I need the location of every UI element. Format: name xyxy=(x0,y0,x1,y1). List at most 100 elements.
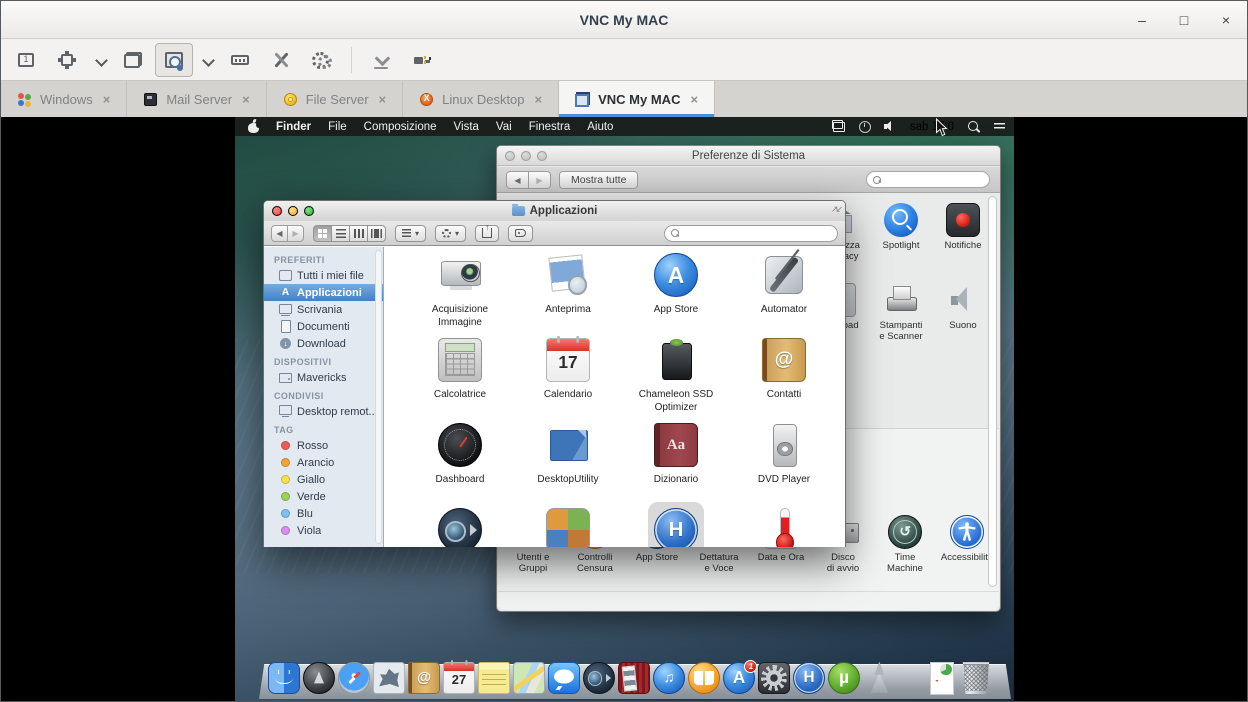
sidebar-item-arancio[interactable]: Arancio xyxy=(264,454,383,471)
sidebar-item-rosso[interactable]: Rosso xyxy=(264,437,383,454)
prefs-back-button[interactable]: ◀ xyxy=(506,171,529,189)
app-video-camera-app[interactable] xyxy=(406,508,514,547)
dock-item-itunes[interactable] xyxy=(652,661,686,695)
menu-item-vista[interactable]: Vista xyxy=(454,121,479,133)
app-calendario[interactable]: 17Calendario xyxy=(514,338,622,423)
finder-window[interactable]: Applicazioni ↗↙ ◀ ▶ xyxy=(263,200,846,547)
tab-file-server[interactable]: File Server× xyxy=(267,81,403,117)
dock-item-mail[interactable] xyxy=(372,661,406,695)
dock-item-wizard-app[interactable] xyxy=(862,661,896,695)
view-columns-button[interactable] xyxy=(349,225,368,242)
sidebar-item-desktop-remot-[interactable]: Desktop remot... xyxy=(264,403,383,420)
finder-close-light[interactable] xyxy=(272,206,282,216)
tags-button[interactable] xyxy=(508,225,533,242)
sidebar-item-tutti-i-miei-file[interactable]: Tutti i miei file xyxy=(264,267,383,284)
app-calcolatrice[interactable]: Calcolatrice xyxy=(406,338,514,423)
displays-status-icon[interactable] xyxy=(832,120,845,133)
app-utility-app[interactable] xyxy=(622,508,730,547)
duplicate-window-button[interactable] xyxy=(114,43,152,77)
arrange-dropdown[interactable]: ▾ xyxy=(395,225,426,242)
menu-item-composizione[interactable]: Composizione xyxy=(364,121,437,133)
action-gear-dropdown[interactable]: ▾ xyxy=(435,225,466,242)
sidebar-item-download[interactable]: Download xyxy=(264,335,383,352)
tab-close-icon[interactable]: × xyxy=(535,92,543,107)
menu-item-finestra[interactable]: Finestra xyxy=(529,121,571,133)
prefs-search-input[interactable] xyxy=(885,173,1001,186)
sidebar-item-viola[interactable]: Viola xyxy=(264,522,383,539)
sidebar-scrollbar[interactable] xyxy=(375,250,382,544)
tab-close-icon[interactable]: × xyxy=(690,92,698,107)
prefs-show-all-button[interactable]: Mostra tutte xyxy=(559,171,638,189)
tab-close-icon[interactable]: × xyxy=(103,92,111,107)
prefs-item-time-machine[interactable]: TimeMachine xyxy=(874,515,936,574)
sidebar-item-scrivania[interactable]: Scrivania xyxy=(264,301,383,318)
app-anteprima[interactable]: Anteprima xyxy=(514,253,622,338)
view-coverflow-button[interactable] xyxy=(367,225,386,242)
tab-mail-server[interactable]: Mail Server× xyxy=(127,81,266,117)
prefs-close-light[interactable] xyxy=(505,151,515,161)
screenshot-button[interactable] xyxy=(362,43,400,77)
sidebar-item-applicazioni[interactable]: Applicazioni xyxy=(264,284,383,301)
fullscreen-button[interactable] xyxy=(7,43,45,77)
apple-menu-icon[interactable] xyxy=(248,120,259,133)
dock-item-ibooks[interactable] xyxy=(687,661,721,695)
share-button[interactable] xyxy=(475,225,499,242)
dock-item-messaggi[interactable] xyxy=(547,661,581,695)
close-button[interactable]: × xyxy=(1217,12,1235,28)
send-keys-button[interactable] xyxy=(221,43,259,77)
disconnect-button[interactable] xyxy=(403,43,441,77)
dock-item-facetime[interactable] xyxy=(582,661,616,695)
tab-close-icon[interactable]: × xyxy=(242,92,250,107)
view-grid-button[interactable] xyxy=(313,225,332,242)
finder-back-button[interactable]: ◀ xyxy=(271,225,288,242)
volume-status-icon[interactable] xyxy=(884,120,897,133)
dock-item-safari[interactable] xyxy=(337,661,371,695)
menu-item-aiuto[interactable]: Aiuto xyxy=(587,121,613,133)
finder-resize-icon[interactable]: ↗↙ xyxy=(831,204,840,215)
prefs-item-stampanti-e-scanner[interactable]: Stampantie Scanner xyxy=(870,283,932,342)
scaled-view-button[interactable] xyxy=(155,43,193,77)
sidebar-item-blu[interactable]: Blu xyxy=(264,505,383,522)
dock-item-utility-app[interactable] xyxy=(792,661,826,695)
menu-item-finder[interactable]: Finder xyxy=(276,121,311,133)
dock-item-cestino[interactable] xyxy=(959,661,993,695)
tab-windows[interactable]: Windows× xyxy=(1,81,127,117)
app-thermometer-app[interactable] xyxy=(730,508,838,547)
app-automator[interactable]: Automator xyxy=(730,253,838,338)
tab-linux-desktop[interactable]: Linux Desktop× xyxy=(403,81,559,117)
app-dvd-player[interactable]: DVD Player xyxy=(730,423,838,508)
dock-item-calendario[interactable]: 27 xyxy=(442,661,476,695)
dock-item-launchpad[interactable] xyxy=(302,661,336,695)
finder-forward-button[interactable]: ▶ xyxy=(287,225,304,242)
camera-status-icon[interactable] xyxy=(806,120,819,133)
app-dashboard[interactable]: Dashboard xyxy=(406,423,514,508)
scale-options-button[interactable] xyxy=(196,43,218,77)
sidebar-item-documenti[interactable]: Documenti xyxy=(264,318,383,335)
app-game-center[interactable] xyxy=(514,508,622,547)
sidebar-item-verde[interactable]: Verde xyxy=(264,488,383,505)
finder-search-input[interactable] xyxy=(683,227,837,240)
dock-item-utorrent[interactable] xyxy=(827,661,861,695)
spotlight-menu-icon[interactable] xyxy=(967,120,980,133)
resize-window-button[interactable] xyxy=(48,43,86,77)
minimize-button[interactable]: – xyxy=(1133,12,1151,28)
notification-center-icon[interactable] xyxy=(993,120,1006,133)
app-acquisizione-immagine[interactable]: AcquisizioneImmagine xyxy=(406,253,514,338)
sidebar-item-mavericks[interactable]: Mavericks xyxy=(264,369,383,386)
maximize-button[interactable]: □ xyxy=(1175,12,1193,28)
dock-item-documento[interactable] xyxy=(924,661,958,695)
prefs-scrollbar[interactable] xyxy=(988,196,997,587)
view-list-button[interactable] xyxy=(331,225,350,242)
tab-vnc-my-mac[interactable]: VNC My MAC× xyxy=(559,81,715,117)
menu-item-vai[interactable]: Vai xyxy=(496,121,512,133)
app-contatti[interactable]: Contatti xyxy=(730,338,838,423)
dock-item-finder[interactable] xyxy=(267,661,301,695)
resize-options-button[interactable] xyxy=(89,43,111,77)
app-desktoputility[interactable]: DesktopUtility xyxy=(514,423,622,508)
dock-item-contatti[interactable] xyxy=(407,661,441,695)
app-app-store[interactable]: App Store xyxy=(622,253,730,338)
dock-item-photo-booth[interactable] xyxy=(617,661,651,695)
settings-button[interactable] xyxy=(303,43,341,77)
app-dizionario[interactable]: Dizionario xyxy=(622,423,730,508)
menu-item-file[interactable]: File xyxy=(328,121,347,133)
